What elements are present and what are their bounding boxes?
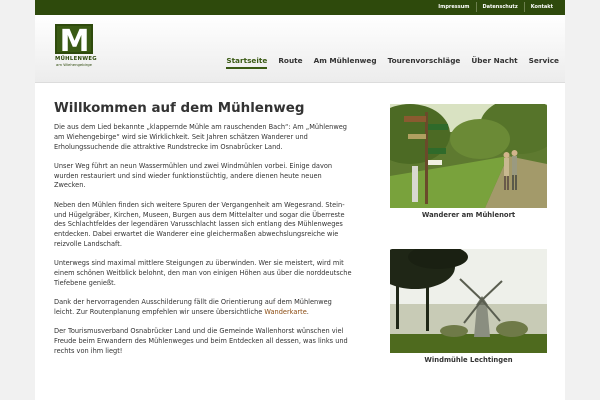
intro-paragraph-5: Dank der hervorragenden Ausschilderung f… — [54, 298, 354, 318]
site-logo[interactable]: M MÜHLENWEG am Wiehengebirge — [55, 24, 97, 72]
top-link-datenschutz[interactable]: Datenschutz — [475, 2, 524, 12]
nav-startseite[interactable]: Startseite — [226, 56, 268, 69]
main-content: Willkommen auf dem Mühlenweg Die aus dem… — [54, 101, 354, 366]
main-nav: Startseite Route Am Mühlenweg Tourenvors… — [215, 56, 559, 69]
logo-mark: M — [55, 24, 93, 57]
intro-paragraph-4: Unterwegs sind maximal mittlere Steigung… — [54, 259, 352, 287]
sidebar-images: Wanderer am Mühlenort Windmühle Lechting… — [390, 104, 547, 364]
paragraph-5-end: . — [306, 307, 309, 316]
top-link-impressum[interactable]: Impressum — [432, 2, 475, 12]
nav-ueber-nacht[interactable]: Über Nacht — [471, 56, 517, 69]
nav-tourenvorschlaege[interactable]: Tourenvorschläge — [388, 56, 461, 69]
windmill-photo-illustration — [390, 249, 547, 353]
logo-subtitle: am Wiehengebirge — [56, 62, 92, 67]
hikers-photo-illustration — [390, 104, 547, 208]
top-links: Impressum Datenschutz Kontakt — [432, 2, 559, 12]
top-link-kontakt[interactable]: Kontakt — [523, 2, 559, 12]
nav-service[interactable]: Service — [529, 56, 559, 69]
hikers-photo — [390, 104, 547, 208]
intro-paragraph-3: Neben den Mühlen finden sich weitere Spu… — [54, 200, 345, 248]
intro-paragraph-1: Die aus dem Lied bekannte „klappernde Mü… — [54, 123, 347, 151]
nav-route[interactable]: Route — [278, 56, 302, 69]
nav-am-muehlenweg[interactable]: Am Mühlenweg — [314, 56, 377, 69]
page: Impressum Datenschutz Kontakt M MÜHLENWE… — [35, 0, 565, 400]
windmill-photo-caption: Windmühle Lechtingen — [424, 356, 513, 364]
intro-paragraph-6: Der Tourismusverband Osnabrücker Land un… — [54, 327, 348, 355]
windmill-photo — [390, 249, 547, 353]
intro-paragraph-2: Unser Weg führt an neun Wassermühlen und… — [54, 161, 333, 190]
wanderkarte-link[interactable]: Wanderkarte — [264, 308, 306, 316]
page-title: Willkommen auf dem Mühlenweg — [54, 101, 305, 116]
top-bar: Impressum Datenschutz Kontakt — [35, 0, 565, 15]
hikers-photo-caption: Wanderer am Mühlenort — [421, 211, 516, 219]
site-header: M MÜHLENWEG am Wiehengebirge Startseite … — [35, 15, 565, 83]
